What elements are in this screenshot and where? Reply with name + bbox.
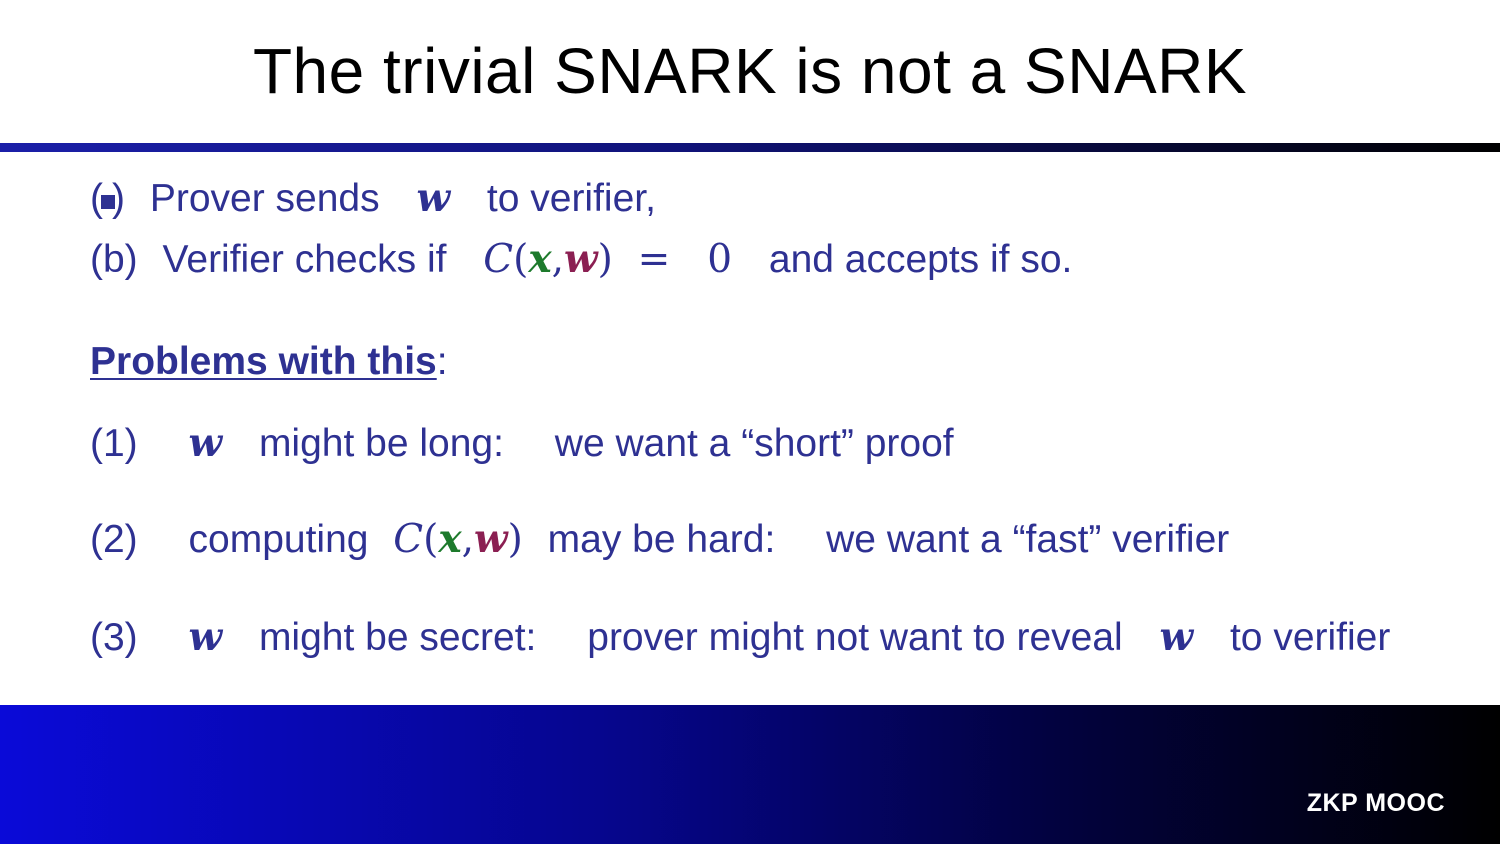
step-b-text-before: Verifier checks if bbox=[162, 238, 447, 281]
step-b-text-after: and accepts if so. bbox=[768, 238, 1073, 281]
problem-3-label: (3) bbox=[90, 616, 138, 659]
problem-3-text-1: might be secret: bbox=[258, 616, 537, 659]
problem-2-paren-close: ) bbox=[507, 517, 523, 562]
slide-title: The trivial SNARK is not a SNARK bbox=[252, 35, 1248, 107]
problem-2-text-2: we want a “fast” verifier bbox=[826, 518, 1230, 561]
problem-2-var-w: w bbox=[474, 516, 508, 562]
problem-3: (3) w might be secret: prover might not … bbox=[90, 614, 1390, 660]
step-a-label: () bbox=[90, 177, 125, 220]
step-b-equals: = bbox=[637, 237, 671, 282]
step-b-paren-close: ) bbox=[597, 237, 613, 282]
step-a-text-after: to verifier, bbox=[486, 177, 656, 220]
problem-3-text-3: to verifier bbox=[1229, 616, 1391, 659]
problem-2-text-1: may be hard: bbox=[547, 518, 776, 561]
problem-3-var-w: w bbox=[188, 614, 223, 660]
problem-2-text-pre: computing bbox=[188, 518, 369, 561]
problem-3-text-2: prover might not want to reveal bbox=[587, 616, 1123, 659]
step-b-var-x: x bbox=[528, 236, 552, 282]
footer-brand: ZKP MOOC bbox=[1306, 789, 1445, 817]
step-b-var-w: w bbox=[564, 236, 598, 282]
step-b-zero: 0 bbox=[707, 237, 733, 282]
problem-2: (2) computing C(x,w) may be hard: we wan… bbox=[90, 516, 1229, 562]
problem-1-text-1: might be long: bbox=[258, 422, 504, 465]
step-a-var-w: w bbox=[416, 175, 451, 221]
problem-1-var-w: w bbox=[188, 420, 223, 466]
problem-2-paren-open: ( bbox=[423, 517, 439, 562]
step-a-text-before: Prover sends bbox=[149, 177, 380, 220]
title-divider bbox=[0, 143, 1500, 152]
problems-heading: Problems with this: bbox=[90, 340, 448, 384]
problems-heading-colon: : bbox=[436, 340, 448, 383]
step-b-func-c: C bbox=[483, 237, 514, 282]
step-b: (b) Verifier checks if C(x,w) = 0 and ac… bbox=[90, 236, 1072, 282]
problem-1-text-2: we want a “short” proof bbox=[554, 422, 954, 465]
step-b-label: (b) bbox=[90, 238, 138, 281]
step-a: () Prover sends w to verifier, bbox=[90, 175, 656, 221]
problem-2-func-c: C bbox=[393, 517, 424, 562]
problem-2-label: (2) bbox=[90, 518, 138, 561]
slide: The trivial SNARK is not a SNARK () Prov… bbox=[0, 0, 1500, 844]
footer-banner: ZKP MOOC bbox=[0, 705, 1500, 844]
step-b-paren-open: ( bbox=[513, 237, 529, 282]
problem-1: (1) w might be long: we want a “short” p… bbox=[90, 420, 954, 466]
problem-3-var-w2: w bbox=[1159, 614, 1194, 660]
problem-2-var-x: x bbox=[438, 516, 462, 562]
problems-heading-text: Problems with this bbox=[90, 340, 437, 383]
step-b-comma: , bbox=[551, 237, 565, 282]
problem-1-label: (1) bbox=[90, 422, 138, 465]
problem-2-comma: , bbox=[461, 517, 475, 562]
